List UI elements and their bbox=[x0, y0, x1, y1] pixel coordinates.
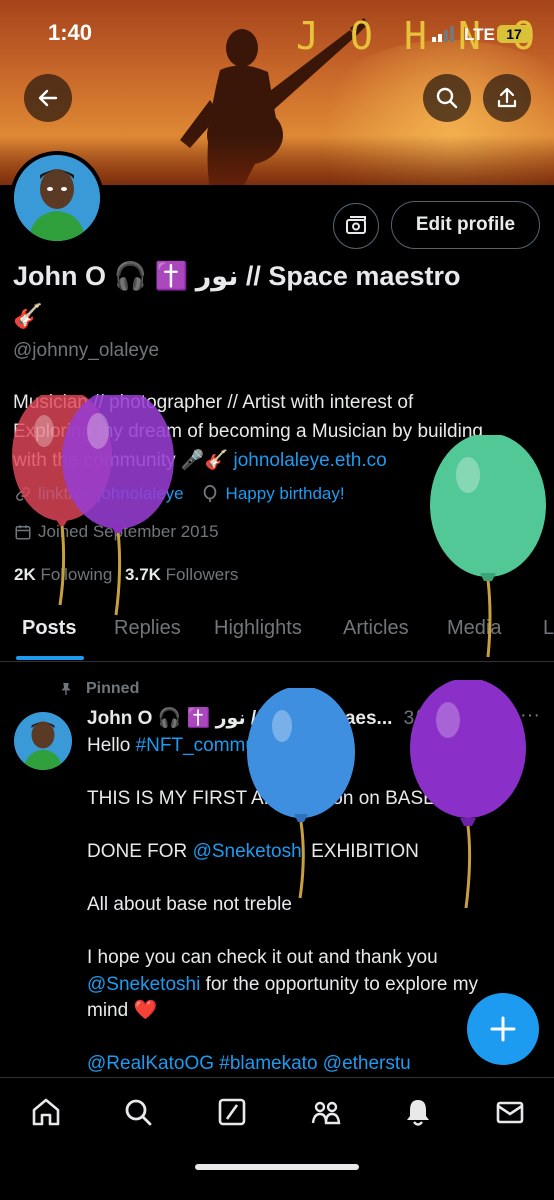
communities-icon[interactable] bbox=[310, 1096, 342, 1128]
bio-text: with the community 🎤🎸 bbox=[13, 450, 234, 471]
bio-line: Musician // photographer // Artist with … bbox=[13, 392, 414, 413]
status-bar: 1:40 LTE 17 bbox=[0, 0, 554, 70]
user-handle: @johnny_olaleye bbox=[13, 340, 160, 361]
post-header: John O 🎧 ✝️ نور // Space maes... 3/31/24 bbox=[87, 706, 537, 730]
post-text: EXHIBITION bbox=[305, 841, 419, 862]
tab-media[interactable]: Media bbox=[447, 617, 501, 640]
tab-highlights[interactable]: Highlights bbox=[214, 617, 302, 640]
compose-button[interactable] bbox=[467, 993, 539, 1065]
home-indicator bbox=[195, 1164, 359, 1170]
pin-icon bbox=[61, 683, 71, 695]
post-text: Hello bbox=[87, 735, 136, 756]
post-line: I hope you can check it out and thank yo… bbox=[87, 947, 438, 968]
bio-line: Exploring my dream of becoming a Musicia… bbox=[13, 421, 483, 442]
website-link[interactable]: linktree/johnolaleye bbox=[38, 484, 184, 504]
tab-likes[interactable]: L bbox=[543, 617, 554, 640]
mention-link[interactable]: @Sneketoshi bbox=[193, 841, 306, 862]
notifications-icon[interactable] bbox=[402, 1096, 434, 1128]
plus-icon bbox=[490, 1016, 516, 1042]
post-text: for the opportunity to explore my bbox=[200, 973, 479, 995]
avatar[interactable] bbox=[10, 151, 104, 245]
search-icon[interactable] bbox=[122, 1096, 154, 1128]
messages-icon[interactable] bbox=[494, 1096, 526, 1128]
display-name-emoji: 🎸 bbox=[13, 303, 43, 330]
post-line: All about base not treble bbox=[87, 894, 292, 915]
followers-label: Followers bbox=[165, 565, 239, 584]
profile-meta-row: linktree/johnolaleye Happy birthday! bbox=[14, 484, 345, 504]
post-line: THIS IS MY FIRST AI collection on BASE bbox=[87, 788, 436, 809]
followers-link[interactable]: 3.7K Followers bbox=[125, 565, 238, 584]
tab-replies[interactable]: Replies bbox=[114, 617, 181, 640]
home-icon[interactable] bbox=[30, 1096, 62, 1128]
balloon-icon bbox=[203, 485, 216, 503]
edit-profile-button[interactable]: Edit profile bbox=[391, 201, 540, 249]
search-icon bbox=[436, 87, 458, 109]
display-name: John O 🎧 ✝️ نور // Space maestro bbox=[13, 261, 461, 291]
active-tab-indicator bbox=[16, 656, 84, 660]
following-label: Following bbox=[40, 565, 113, 584]
status-time: 1:40 bbox=[48, 20, 93, 45]
bio-line: with the community 🎤🎸 johnolaleye.eth.co bbox=[13, 446, 553, 475]
edit-profile-label: Edit profile bbox=[415, 214, 516, 235]
battery-icon: 17 bbox=[497, 25, 531, 43]
back-button[interactable] bbox=[24, 74, 72, 122]
following-count: 2K bbox=[14, 565, 36, 584]
post-author[interactable]: John O 🎧 ✝️ نور // Space maes... bbox=[87, 708, 392, 729]
post-line: DONE FOR @Sneketoshi EXHIBITION bbox=[87, 839, 547, 866]
share-icon bbox=[497, 87, 517, 108]
post-text: DONE FOR bbox=[87, 841, 193, 862]
profile-tabs: Posts Replies Highlights Articles Media … bbox=[0, 610, 554, 662]
tab-posts[interactable]: Posts bbox=[22, 617, 76, 640]
pinned-label: Pinned bbox=[86, 680, 140, 697]
calendar-icon bbox=[15, 525, 31, 540]
hashtag-link[interactable]: #NFT_community bbox=[136, 735, 286, 756]
tab-articles[interactable]: Articles bbox=[343, 617, 409, 640]
followers-count: 3.7K bbox=[125, 565, 161, 584]
pinned-indicator: Pinned bbox=[58, 680, 139, 698]
joined-row: Joined September 2015 bbox=[14, 522, 219, 542]
signal-icon bbox=[432, 26, 454, 42]
bio-link[interactable]: johnolaleye.eth.co bbox=[234, 450, 387, 471]
post-line: Hello #NFT_community bbox=[87, 733, 547, 760]
subscribe-button[interactable] bbox=[333, 203, 379, 249]
avatar-image bbox=[14, 155, 100, 241]
birthday-text: Happy birthday! bbox=[225, 484, 345, 503]
grok-icon[interactable] bbox=[216, 1096, 248, 1128]
share-button[interactable] bbox=[483, 74, 531, 122]
profile-bio: Musician // photographer // Artist with … bbox=[13, 388, 553, 475]
battery-level: 17 bbox=[506, 26, 522, 42]
link-icon bbox=[16, 487, 30, 501]
network-label: LTE bbox=[464, 25, 495, 44]
money-icon bbox=[346, 216, 366, 234]
post-avatar-image bbox=[14, 712, 72, 770]
search-button[interactable] bbox=[423, 74, 471, 122]
post-line: @Sneketoshi for the opportunity to explo… bbox=[87, 972, 547, 999]
back-arrow-icon bbox=[38, 89, 58, 107]
bottom-navigation bbox=[0, 1077, 554, 1200]
post-date: 3/31/24 bbox=[403, 708, 468, 729]
follow-stats: 2K Following 3.7K Followers bbox=[14, 565, 238, 585]
following-link[interactable]: 2K Following bbox=[14, 565, 117, 584]
post-avatar[interactable] bbox=[14, 712, 72, 770]
mention-link[interactable]: @Sneketoshi bbox=[87, 974, 200, 995]
joined-date: Joined September 2015 bbox=[38, 522, 219, 541]
more-options-icon[interactable]: ··· bbox=[520, 704, 540, 727]
